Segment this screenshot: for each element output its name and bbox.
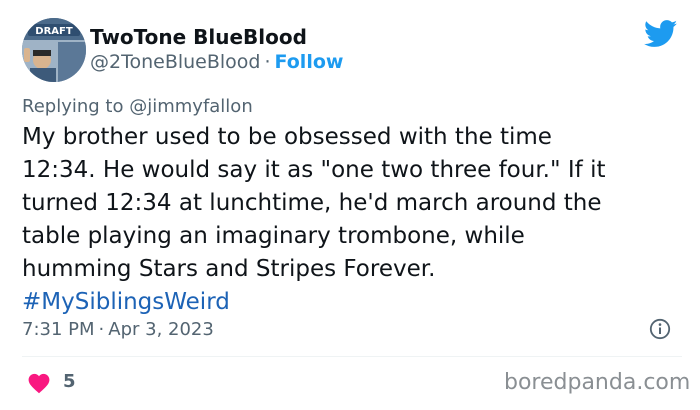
divider <box>22 356 682 357</box>
like-count: 5 <box>63 371 76 392</box>
hashtag-link[interactable]: #MySiblingsWeird <box>22 286 682 319</box>
author-display-name[interactable]: TwoTone BlueBlood <box>90 25 307 49</box>
tweet-text-line: 12:34. He would say it as "one two three… <box>22 157 606 183</box>
avatar-badge-text: DRAFT <box>35 26 73 37</box>
tweet-date: Apr 3, 2023 <box>108 319 214 340</box>
reply-target-link[interactable]: @jimmyfallon <box>129 96 253 117</box>
tweet-time: 7:31 PM <box>22 319 95 340</box>
follow-button[interactable]: Follow <box>275 51 344 73</box>
tweet-text: My brother used to be obsessed with the … <box>22 121 682 319</box>
tweet-text-line: humming Stars and Stripes Forever. <box>22 256 436 282</box>
replying-prefix: Replying to <box>22 96 124 117</box>
timestamp[interactable]: 7:31 PM · Apr 3, 2023 <box>22 319 214 340</box>
author-handle-row: @2ToneBlueBlood · Follow <box>90 51 343 73</box>
author-handle[interactable]: @2ToneBlueBlood <box>90 51 261 73</box>
watermark: boredpanda.com <box>504 370 691 395</box>
twitter-bird-icon[interactable] <box>643 20 678 48</box>
info-icon[interactable] <box>649 318 671 340</box>
timestamp-separator: · <box>98 319 105 340</box>
tweet-text-line: table playing an imaginary trombone, whi… <box>22 223 525 249</box>
heart-icon <box>27 372 51 394</box>
tweet-text-line: My brother used to be obsessed with the … <box>22 124 552 150</box>
tweet-text-line: turned 12:34 at lunchtime, he'd march ar… <box>22 190 602 216</box>
handle-separator: · <box>264 51 271 73</box>
avatar[interactable]: DRAFT <box>22 18 86 82</box>
replying-to: Replying to @jimmyfallon <box>22 96 253 117</box>
avatar-image: DRAFT <box>22 18 86 82</box>
tweet-card: DRAFT TwoTone BlueBlood @2ToneBlueBlood ·… <box>0 0 700 410</box>
